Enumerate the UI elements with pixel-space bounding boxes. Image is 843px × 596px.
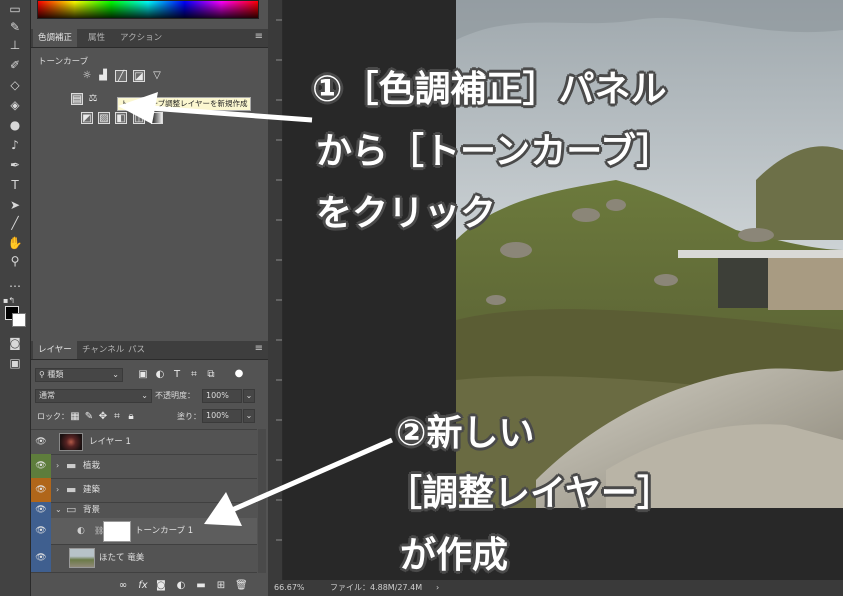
arrow-1-shaft [149,105,313,123]
callout-step1-line3: をクリック [316,193,497,234]
callout-step1-line1: ①［色調補正］パネル [312,69,667,110]
arrow-1-head [118,92,158,124]
callout-step2-line2: ［調整レイヤー］ [386,473,673,514]
callout-step1-line2: から［トーンカーブ］ [316,131,673,172]
callout-step2-line3: が作成 [400,535,509,576]
arrow-2-shaft [230,437,394,513]
callout-step2-line1: ②新しい [396,413,535,454]
